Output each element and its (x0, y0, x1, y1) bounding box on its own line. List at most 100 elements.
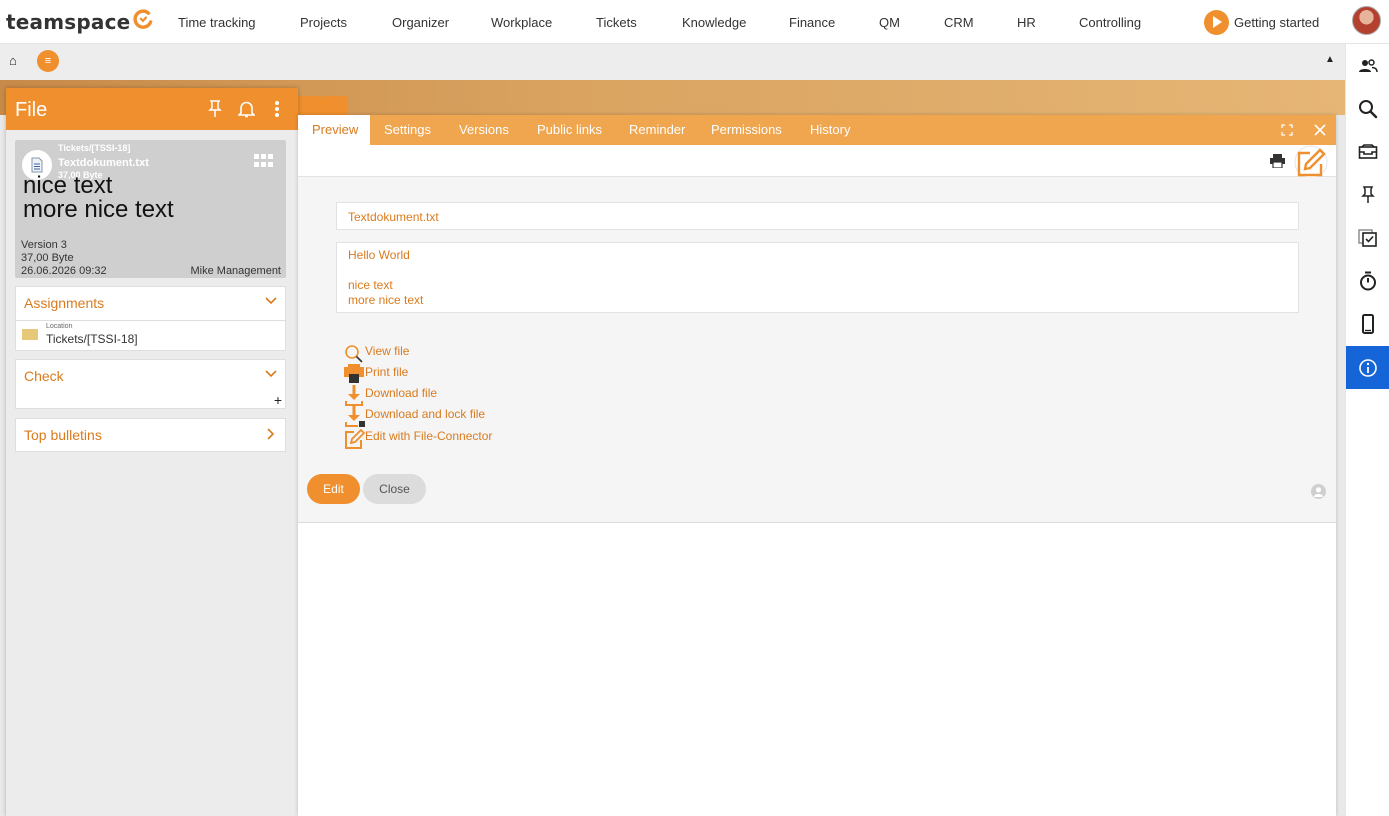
nav-qm[interactable]: QM (879, 15, 900, 30)
location-row[interactable]: Location Tickets/[TSSI-18] (15, 321, 286, 351)
file-date: 26.06.2026 09:32 (21, 265, 107, 277)
nav-finance[interactable]: Finance (789, 15, 835, 30)
add-check-button[interactable]: + (274, 392, 282, 408)
tab-settings[interactable]: Settings (384, 122, 431, 137)
download-icon (345, 385, 363, 406)
stopwatch-icon (1360, 271, 1376, 290)
nav-projects[interactable]: Projects (300, 15, 347, 30)
collapse-up-icon[interactable]: ▲ (1325, 54, 1335, 65)
download-file-label: Download file (365, 386, 438, 400)
printer-icon (344, 364, 364, 383)
assignments-section[interactable]: Assignments (15, 286, 286, 321)
grid-icon[interactable] (254, 154, 274, 168)
file-info-card[interactable]: Tickets/[TSSI-18] Textdokument.txt 37,00… (15, 140, 286, 278)
nav-workplace[interactable]: Workplace (491, 15, 552, 30)
chevron-right-icon (267, 428, 275, 440)
assignments-title: Assignments (24, 295, 105, 311)
users-icon (1359, 58, 1378, 72)
print-file-label: Print file (365, 365, 409, 379)
home-icon[interactable]: ⌂ (9, 53, 17, 68)
preview-toolbar (298, 145, 1336, 179)
tab-versions[interactable]: Versions (459, 122, 509, 137)
file-version: Version 3 (21, 239, 67, 251)
close-button[interactable]: Close (363, 474, 426, 504)
view-file-label: View file (365, 344, 410, 358)
getting-started-button[interactable]: Getting started (1204, 9, 1320, 35)
pin-icon[interactable] (208, 100, 222, 118)
chevron-down-icon (265, 370, 277, 378)
preview-line: Hello World (348, 248, 410, 262)
rail-stopwatch-button[interactable] (1346, 259, 1389, 302)
filename-text: Textdokument.txt (348, 210, 439, 224)
tab-permissions[interactable]: Permissions (711, 122, 782, 137)
user-avatar[interactable] (1352, 6, 1381, 35)
info-icon (1359, 358, 1377, 377)
file-path: Tickets/[TSSI-18] (58, 143, 131, 153)
logo-mark-icon (133, 9, 153, 29)
top-navigation-bar: teamspace Time tracking Projects Organiz… (0, 0, 1389, 44)
file-panel-header: File (6, 88, 298, 130)
file-panel: File Tickets/[TSSI-18] Textdokument.txt … (6, 88, 298, 816)
rail-inbox-button[interactable] (1346, 130, 1389, 173)
tab-bar: Preview Settings Versions Public links R… (298, 115, 1336, 145)
file-detail-window: Preview Settings Versions Public links R… (298, 115, 1336, 816)
preview-content: Textdokument.txt Hello World nice text m… (298, 177, 1336, 523)
file-panel-title: File (15, 99, 48, 121)
check-section[interactable]: Check (15, 359, 286, 394)
file-size: 37,00 Byte (21, 252, 74, 264)
filename-field: Textdokument.txt (336, 202, 1299, 230)
rail-mobile-button[interactable] (1346, 302, 1389, 345)
nav-hr[interactable]: HR (1017, 15, 1036, 30)
tab-reminder[interactable]: Reminder (629, 122, 685, 137)
file-owner: Mike Management (190, 265, 282, 277)
file-size-small: 37,00 Byte (58, 170, 103, 180)
nav-crm[interactable]: CRM (944, 15, 974, 30)
edit-document-icon[interactable] (1294, 145, 1328, 179)
nav-organizer[interactable]: Organizer (392, 15, 449, 30)
preview-overlay-text: nice text more nice text (23, 172, 174, 223)
close-icon[interactable] (1314, 124, 1326, 136)
preview-line: more nice text (348, 293, 424, 307)
getting-started-label: Getting started (1234, 14, 1320, 30)
top-bulletins-title: Top bulletins (24, 427, 102, 443)
logo-text: teamspace (6, 10, 131, 34)
rail-search-button[interactable] (1346, 87, 1389, 130)
user-placeholder-icon[interactable] (1311, 484, 1326, 499)
search-icon (1359, 99, 1378, 118)
more-options-icon[interactable] (274, 100, 280, 118)
chevron-down-icon (265, 297, 277, 305)
edit-button[interactable]: Edit (307, 474, 360, 504)
mobile-icon (1362, 313, 1374, 334)
rail-pin-button[interactable] (1346, 173, 1389, 216)
top-bulletins-section[interactable]: Top bulletins (15, 418, 286, 452)
nav-time-tracking[interactable]: Time tracking (178, 15, 256, 30)
tab-preview[interactable]: Preview (312, 122, 358, 137)
maximize-icon[interactable] (1281, 124, 1293, 136)
edit-file-connector-label: Edit with File-Connector (365, 429, 493, 443)
file-preview-box: Hello World nice text more nice text (336, 242, 1299, 313)
rail-info-button[interactable] (1346, 346, 1389, 389)
magnifier-icon (345, 345, 363, 363)
nav-controlling[interactable]: Controlling (1079, 15, 1141, 30)
rail-users-button[interactable] (1346, 44, 1389, 87)
download-lock-icon (345, 406, 365, 427)
bell-icon[interactable] (238, 100, 255, 118)
rail-tasks-button[interactable] (1346, 216, 1389, 259)
tasks-icon (1358, 228, 1377, 247)
location-value: Tickets/[TSSI-18] (46, 332, 138, 346)
teamspace-logo[interactable]: teamspace (6, 9, 153, 35)
print-icon[interactable] (1270, 154, 1285, 168)
text-file-icon (22, 150, 52, 180)
tab-public-links[interactable]: Public links (537, 122, 602, 137)
folder-icon (22, 329, 38, 340)
nav-knowledge[interactable]: Knowledge (682, 15, 746, 30)
preview-line: nice text (348, 278, 393, 292)
nav-tickets[interactable]: Tickets (596, 15, 637, 30)
menu-icon[interactable]: ≡ (37, 50, 59, 72)
file-name: Textdokument.txt (58, 157, 149, 169)
tab-history[interactable]: History (810, 122, 850, 137)
right-sidebar-rail (1345, 44, 1389, 816)
play-icon (1204, 9, 1229, 35)
check-title: Check (24, 368, 64, 384)
secondary-bar: ⌂ ≡ ▲ (0, 44, 1345, 80)
